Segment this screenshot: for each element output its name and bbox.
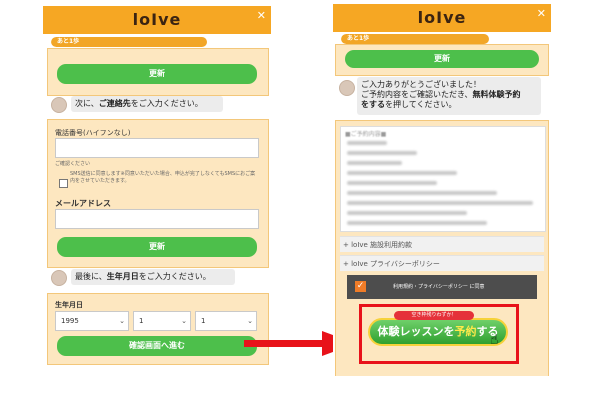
chevron-down-icon: ⌄ [181,317,187,325]
blurred-line [347,191,497,195]
availability-badge: 空き枠残りわずか！ [394,311,474,320]
agree-checkbox[interactable]: ✓ [355,281,366,292]
close-icon[interactable]: ✕ [257,9,266,22]
reservation-summary: ■ご予約内容■ [340,126,546,232]
blurred-line [347,161,402,165]
app-logo: loIve [417,8,467,27]
progress-label: あと1歩 [57,38,80,45]
chat-message-birth: 最後に、生年月日をご入力ください。 [71,269,235,285]
email-label: メールアドレス [55,199,111,208]
blurred-line [347,201,533,205]
facility-terms-toggle[interactable]: + loIve 施設利用約款 [340,236,544,252]
chat-message-thanks: ご入力ありがとうございました！ ご予約内容をご確認いただき、無料体験予約 をする… [357,77,541,115]
email-input[interactable] [55,209,259,229]
avatar [339,80,355,96]
update-button-2[interactable]: 更新 [57,237,257,257]
progress-label: あと1歩 [347,35,370,42]
birth-year-select[interactable]: 1995 ⌄ [55,311,129,331]
close-icon[interactable]: ✕ [537,7,546,20]
app-header: loIve ✕ [333,4,551,32]
agreement-bar: ✓ 利用規約・プライバシーポリシー に同意 [347,275,537,299]
blurred-line [347,151,417,155]
chevron-down-icon: ⌄ [247,317,253,325]
birth-label: 生年月日 [55,301,83,309]
blurred-line [347,171,457,175]
reserve-trial-button[interactable]: 体験レッスンを予約する [368,318,508,346]
avatar [51,97,67,113]
update-button[interactable]: 更新 [57,64,257,84]
blurred-line [347,221,487,225]
avatar-2 [51,270,67,286]
left-screen: loIve ✕ あと1歩 更新 次に、ご連絡先をご入力ください。 電話番号(ハイ… [43,6,271,390]
confirm-title: ご確認ください [55,161,91,167]
agree-text: 利用規約・プライバシーポリシー に同意 [393,284,485,290]
chevron-down-icon: ⌄ [119,317,125,325]
summary-title: ■ご予約内容■ [345,131,387,138]
pointer-hand-icon: ☝ [490,332,499,348]
phone-label: 電話番号(ハイフンなし) [55,129,131,137]
birth-month-select[interactable]: 1 ⌄ [133,311,191,331]
blurred-line [347,141,387,145]
blurred-line [347,181,437,185]
app-header: loIve ✕ [43,6,271,34]
privacy-policy-toggle[interactable]: + loIve プライバシーポリシー [340,255,544,271]
update-button[interactable]: 更新 [345,50,539,68]
progress-bar: あと1歩 [51,37,241,47]
phone-input[interactable] [55,138,259,158]
progress-bar: あと1歩 [341,34,521,44]
chat-message-contact: 次に、ご連絡先をご入力ください。 [71,96,223,112]
birth-day-select[interactable]: 1 ⌄ [195,311,257,331]
blurred-line [347,211,467,215]
sms-checkbox[interactable] [59,179,68,188]
sms-note: SMS送信に同意します※同意いただいた場合、申込が完了しなくてもSMSにおご案内… [70,171,256,184]
app-logo: loIve [132,10,182,29]
confirm-button[interactable]: 確認画面へ進む [57,336,257,356]
